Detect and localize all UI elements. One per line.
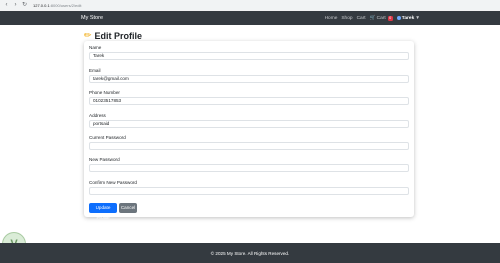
update-profile-button[interactable]: Update Profile <box>89 203 117 220</box>
edit-profile-card: Name Tarek Email tarek@gmail.com Phone N… <box>84 41 414 220</box>
form-actions: Update Profile Cancel <box>89 203 137 220</box>
name-input[interactable]: Tarek <box>89 52 409 60</box>
name-label: Name <box>89 45 102 50</box>
user-icon <box>396 16 401 20</box>
user-dropdown[interactable]: Tarek ▼ <box>396 15 420 21</box>
user-name: Tarek <box>401 15 415 21</box>
nav-home-link[interactable]: Home <box>325 16 338 21</box>
page-footer: © 2025 My Store. All Rights Reserved. <box>0 243 500 263</box>
new-password-field-group: New Password <box>89 157 409 172</box>
phone-field-group: Phone Number 01023517853 <box>89 90 409 105</box>
confirm-password-label: Confirm New Password <box>89 180 137 185</box>
cancel-button[interactable]: Cancel <box>119 203 137 213</box>
address-bar[interactable]: 127.0.0.1:8000/users/2/edit <box>33 3 82 8</box>
page-title-text: Edit Profile <box>94 30 143 41</box>
caret-down-icon: ▼ <box>415 15 420 21</box>
nav-shop-link[interactable]: Shop <box>341 16 352 21</box>
url-host: 127.0.0.1 <box>33 3 50 8</box>
cart-icon: 🛒 <box>369 15 376 21</box>
cart-count-badge: 0 <box>387 15 393 21</box>
pencil-icon: ✏ <box>84 30 92 40</box>
name-field-group: Name Tarek <box>89 45 409 60</box>
nav-links: Home Shop Cart 🛒 Cart 0 Tarek ▼ <box>325 15 420 21</box>
brand-link[interactable]: My Store <box>81 15 103 21</box>
reload-icon[interactable]: ↻ <box>22 2 27 8</box>
confirm-password-input[interactable] <box>89 187 409 195</box>
current-password-input[interactable] <box>89 142 409 150</box>
top-navbar: My Store Home Shop Cart 🛒 Cart 0 Tarek ▼ <box>0 11 500 25</box>
page-title: ✏ Edit Profile <box>84 30 142 41</box>
url-path: :8000/users/2/edit <box>49 3 82 8</box>
confirm-password-field-group: Confirm New Password <box>89 180 409 195</box>
back-icon[interactable]: ‹ <box>4 2 9 8</box>
email-label: Email <box>89 68 101 73</box>
new-password-label: New Password <box>89 157 120 162</box>
phone-label: Phone Number <box>89 90 120 95</box>
current-password-label: Current Password <box>89 135 126 140</box>
forward-icon[interactable]: › <box>13 2 18 8</box>
cart-label: Cart <box>376 15 386 21</box>
email-field-group: Email tarek@gmail.com <box>89 68 409 83</box>
new-password-input[interactable] <box>89 164 409 172</box>
cart-link[interactable]: 🛒 Cart 0 <box>369 15 393 21</box>
current-password-field-group: Current Password <box>89 135 409 150</box>
address-label: Address <box>89 113 106 118</box>
footer-text: © 2025 My Store. All Rights Reserved. <box>210 250 290 256</box>
address-field-group: Address portsaid <box>89 113 409 128</box>
phone-input[interactable]: 01023517853 <box>89 97 409 105</box>
address-input[interactable]: portsaid <box>89 120 409 128</box>
nav-cart-link[interactable]: Cart <box>357 16 366 21</box>
email-input[interactable]: tarek@gmail.com <box>89 75 409 83</box>
